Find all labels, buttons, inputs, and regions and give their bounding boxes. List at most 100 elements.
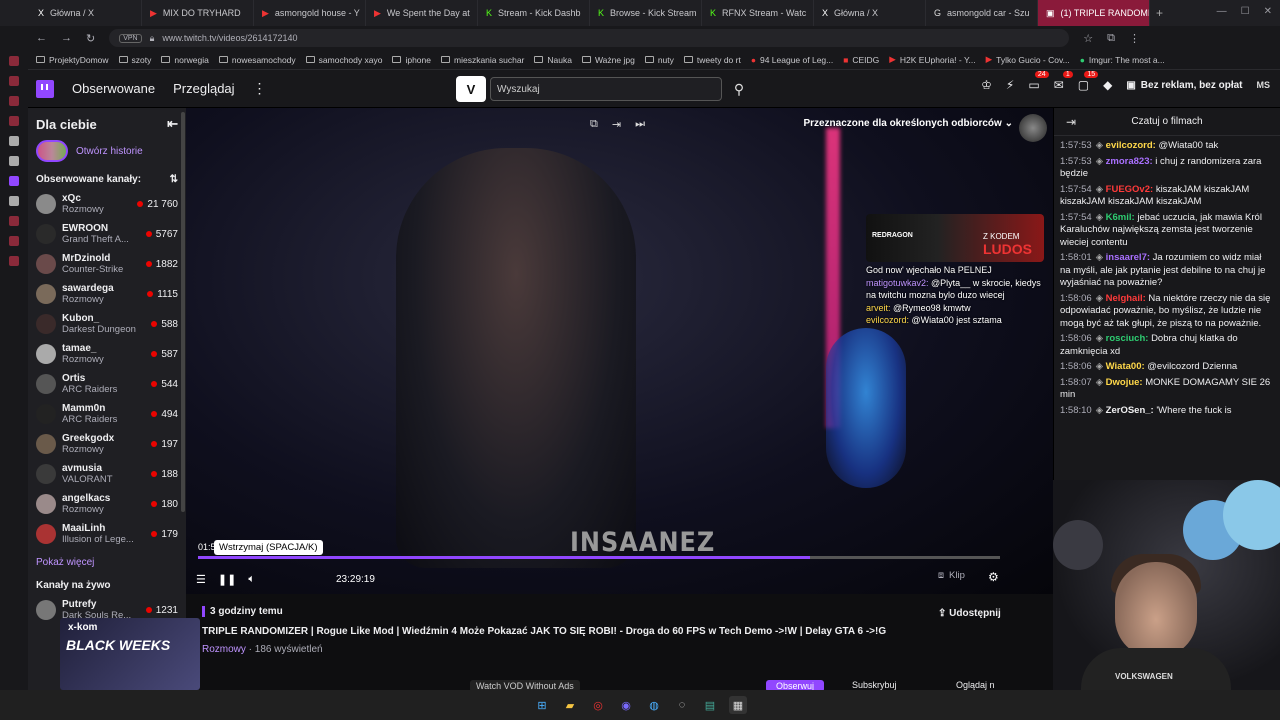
twitch-logo-icon[interactable] xyxy=(36,79,54,98)
messenger-icon[interactable] xyxy=(9,56,19,66)
messenger-icon[interactable]: ◍ xyxy=(645,696,663,714)
sidebar-channel-item[interactable]: Mamm0n ARC Raiders 494 xyxy=(28,399,186,429)
bookmark[interactable]: mieszkania suchar xyxy=(441,55,524,65)
browser-tab[interactable]: ▶ MIX DO TRYHARD xyxy=(142,0,254,26)
forward-icon[interactable]: → xyxy=(61,32,72,44)
clip-button[interactable]: ⧈ Klip xyxy=(938,570,965,581)
chat-username[interactable]: insaarel7: xyxy=(1106,252,1150,263)
bookmark[interactable]: Nauka xyxy=(534,55,572,65)
whispers-icon[interactable]: ✉︎ 1 xyxy=(1054,71,1073,92)
bookmark[interactable]: ▶ Tylko Gucio - Cov... xyxy=(986,54,1070,65)
bookmark-icon[interactable]: ☆ xyxy=(1083,32,1093,45)
player-icon[interactable] xyxy=(9,116,19,126)
windows-start-icon[interactable]: ⊞ xyxy=(533,696,551,714)
notepad-icon[interactable]: ▤ xyxy=(701,696,719,714)
cube-icon[interactable] xyxy=(9,236,19,246)
crown-icon[interactable]: ♔ xyxy=(981,78,992,92)
user-avatar[interactable]: MS xyxy=(1257,80,1271,90)
collapse-chat-icon[interactable]: ⇥ xyxy=(1066,115,1076,129)
browser-tab[interactable]: K RFNX Stream - Watc xyxy=(702,0,814,26)
settings-gear-icon[interactable]: ⚙ xyxy=(988,570,999,584)
sidebar-channel-item[interactable]: Kubon_ Darkest Dungeon 588 xyxy=(28,309,186,339)
bookmark[interactable]: norwegia xyxy=(161,55,209,65)
chat-username[interactable]: FUEGOv2: xyxy=(1106,184,1154,195)
bookmark[interactable]: ● 94 League of Leg... xyxy=(751,55,833,65)
volume-icon[interactable]: 🔈︎ xyxy=(248,573,255,586)
mature-label[interactable]: Przeznaczone dla określonych odbiorców ⌄ xyxy=(803,118,1013,129)
chat-username[interactable]: zmora823: xyxy=(1106,156,1153,167)
browser-tab[interactable]: K Stream - Kick Dashb xyxy=(478,0,590,26)
vpn-badge[interactable]: VPN xyxy=(119,33,142,43)
settings-icon[interactable] xyxy=(9,256,19,266)
browser-tab[interactable]: X Główna / X xyxy=(30,0,142,26)
bookmark[interactable]: nuty xyxy=(644,55,674,65)
more-options-icon[interactable]: ⋮ xyxy=(253,80,267,97)
sidebar-channel-item[interactable]: MaaiLinh Illusion of Lege... 179 xyxy=(28,519,186,549)
tiktok-icon[interactable] xyxy=(9,136,19,146)
sidebar-channel-item[interactable]: angelkacs Rozmowy 180 xyxy=(28,489,186,519)
sidebar-channel-item[interactable]: sawardega Rozmowy 1115 xyxy=(28,279,186,309)
bookmark[interactable]: nowesamochody xyxy=(218,55,296,65)
history-icon[interactable] xyxy=(9,76,19,86)
video-player[interactable]: ⧉ ⇥ ⏭ Przeznaczone dla określonych odbio… xyxy=(186,108,1053,594)
sidebar-channel-item[interactable]: EWROON Grand Theft A... 5767 xyxy=(28,219,186,249)
minimize-icon[interactable]: — xyxy=(1217,6,1227,17)
reload-icon[interactable]: ↻ xyxy=(86,32,95,45)
sort-icon[interactable]: ⇅ xyxy=(170,174,178,185)
browser-tab-active[interactable]: ▣ (1) TRIPLE RANDOMI xyxy=(1038,0,1150,26)
sidebar-channel-item[interactable]: Ortis ARC Raiders 544 xyxy=(28,369,186,399)
browser-tab[interactable]: ▶ asmongold house - Y xyxy=(254,0,366,26)
chat-username[interactable]: rosciuch: xyxy=(1106,333,1149,344)
url-field[interactable]: VPN 🔒︎ www.twitch.tv/videos/2614172140 xyxy=(109,29,1070,47)
bookmark[interactable]: szoty xyxy=(118,55,151,65)
bookmark[interactable]: tweety do rt xyxy=(683,55,741,65)
bookmark[interactable]: ■ CEIDG xyxy=(843,55,879,65)
browser-tab[interactable]: K Browse - Kick Stream xyxy=(590,0,702,26)
chat-username[interactable]: evilcozord: xyxy=(1106,140,1156,151)
category-link[interactable]: Rozmowy xyxy=(202,644,246,655)
discord-icon[interactable]: ◉ xyxy=(617,696,635,714)
collapse-icon[interactable]: ⇤ xyxy=(167,116,178,132)
maximize-icon[interactable]: ☐ xyxy=(1241,6,1250,17)
pause-icon[interactable]: ❚❚ xyxy=(218,573,236,586)
clock-icon[interactable] xyxy=(9,216,19,226)
sidebar-channel-item[interactable]: Greekgodx Rozmowy 197 xyxy=(28,429,186,459)
search-input[interactable]: Wyszukaj xyxy=(490,77,722,101)
activity-icon[interactable]: ⚡︎ xyxy=(1006,78,1014,92)
show-more-link[interactable]: Pokaż więcej xyxy=(28,549,186,570)
chat-username[interactable]: ZerOSen_: xyxy=(1106,405,1154,416)
bookmark[interactable]: ProjektyDomow xyxy=(36,55,109,65)
chat-username[interactable]: Dwojue: xyxy=(1106,377,1143,388)
bookmark[interactable]: iphone xyxy=(392,55,431,65)
chat-username[interactable]: Nelghail: xyxy=(1106,293,1146,304)
twitch-icon[interactable] xyxy=(9,176,19,186)
url-text[interactable]: www.twitch.tv/videos/2614172140 xyxy=(162,33,297,43)
extensions-icon[interactable]: ⧉ xyxy=(1107,32,1115,45)
x-icon[interactable] xyxy=(9,196,19,206)
skip-icon[interactable]: ⏭ xyxy=(635,118,645,131)
sidebar-channel-item[interactable]: tamae_ Rozmowy 587 xyxy=(28,339,186,369)
nav-browse[interactable]: Przeglądaj xyxy=(173,81,234,96)
search-icon[interactable]: ⚲ xyxy=(726,77,752,101)
streamer-avatar[interactable] xyxy=(1019,114,1047,142)
notifications-icon[interactable]: ▢ 15 xyxy=(1078,71,1099,92)
file-explorer-icon[interactable]: ▰ xyxy=(561,696,579,714)
bookmark[interactable]: ▶ H2K EUphoria! - Y... xyxy=(889,54,975,65)
bookmark[interactable]: samochody xayo xyxy=(305,55,382,65)
new-tab-icon[interactable]: + xyxy=(1156,6,1163,20)
share-button[interactable]: ⇪ Udostępnij xyxy=(938,608,1001,619)
opera-icon[interactable]: ◎ xyxy=(589,696,607,714)
app-icon[interactable]: ▦ xyxy=(729,696,747,714)
subscribe-button[interactable]: Subskrybuj xyxy=(852,680,897,690)
browser-tab[interactable]: X Główna / X xyxy=(814,0,926,26)
x-icon[interactable] xyxy=(9,156,19,166)
sidebar-channel-item[interactable]: xQc Rozmowy 21 760 xyxy=(28,189,186,219)
chapters-icon[interactable]: ☰ xyxy=(196,573,206,586)
obs-icon[interactable]: ◌ xyxy=(673,696,691,714)
sidebar-channel-item[interactable]: avmusia VALORANT 188 xyxy=(28,459,186,489)
seek-bar[interactable] xyxy=(198,556,1000,559)
back-icon[interactable]: ← xyxy=(36,32,47,44)
watch-button[interactable]: Oglądaj n xyxy=(956,680,995,690)
extension-logo-icon[interactable]: V xyxy=(456,76,486,102)
promo-banner[interactable]: x-kom BLACK WEEKS xyxy=(60,618,200,690)
